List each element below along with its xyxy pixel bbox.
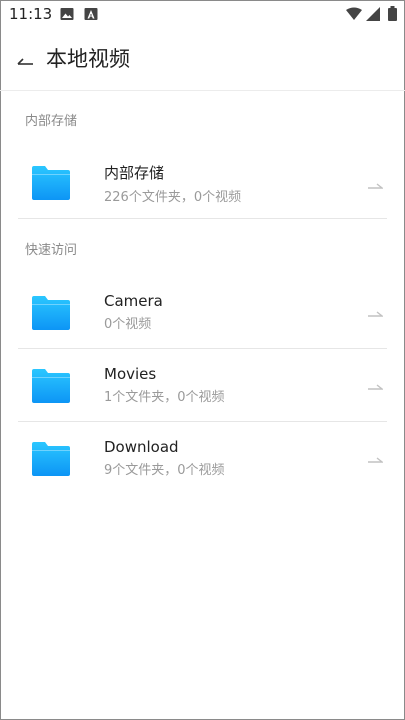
list-item-name: Movies: [104, 365, 157, 383]
list-item-internal-storage[interactable]: 内部存储 226个文件夹，0个视频: [18, 146, 387, 219]
list-item-subtitle: 0个视频: [104, 317, 152, 332]
folder-icon: [32, 442, 70, 476]
upload-arrow-icon[interactable]: [367, 180, 383, 192]
list-item-name: Camera: [104, 292, 163, 310]
folder-icon: [32, 369, 70, 403]
signal-icon: [366, 7, 380, 21]
section-label-internal-storage: 内部存储: [25, 114, 78, 129]
status-time: 11:13: [9, 5, 53, 23]
list-item-subtitle: 9个文件夹，0个视频: [104, 463, 225, 478]
list-item-name: 内部存储: [104, 164, 165, 182]
list-item-movies[interactable]: Movies 1个文件夹，0个视频: [18, 349, 387, 422]
battery-icon: [388, 6, 397, 21]
upload-arrow-icon[interactable]: [367, 381, 383, 393]
list-item-name: Download: [104, 438, 179, 456]
app-bar: 本地视频: [0, 28, 405, 91]
status-bar: 11:13: [0, 0, 405, 28]
list-item-download[interactable]: Download 9个文件夹，0个视频: [18, 422, 387, 494]
wifi-icon: [346, 7, 362, 20]
image-icon: [60, 8, 74, 20]
folder-icon: [32, 166, 70, 200]
text-a-icon: [84, 8, 98, 20]
list-item-subtitle: 1个文件夹，0个视频: [104, 390, 225, 405]
section-label-quick-access: 快速访问: [25, 243, 78, 258]
upload-arrow-icon[interactable]: [367, 454, 383, 466]
list-item-camera[interactable]: Camera 0个视频: [18, 276, 387, 349]
list-item-subtitle: 226个文件夹，0个视频: [104, 190, 242, 205]
folder-icon: [32, 296, 70, 330]
back-arrow-icon[interactable]: [14, 48, 36, 70]
page-title: 本地视频: [46, 47, 130, 71]
upload-arrow-icon[interactable]: [367, 308, 383, 320]
